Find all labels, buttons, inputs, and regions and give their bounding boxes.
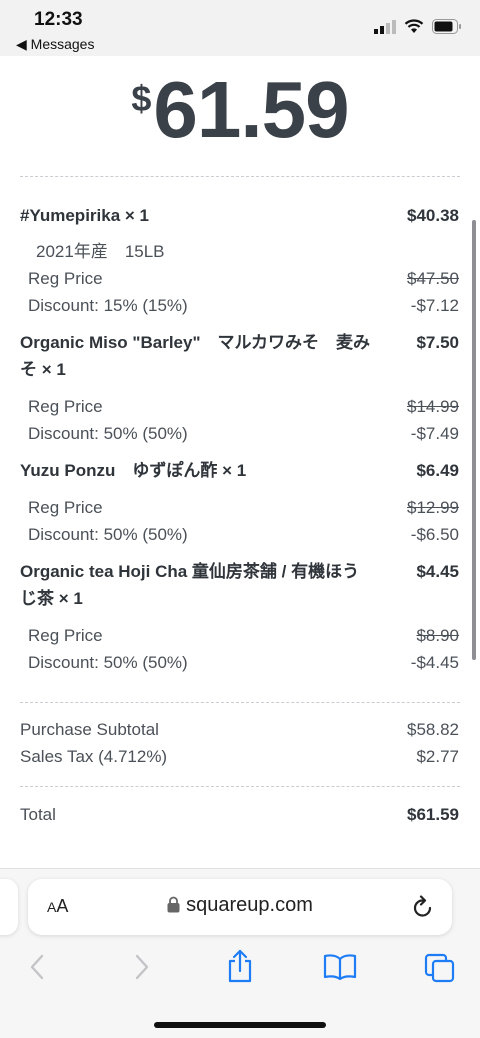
- receipt-total-amount: $61.59: [0, 64, 480, 156]
- currency-symbol: $: [131, 78, 152, 119]
- item-price: $4.45: [416, 562, 459, 581]
- discount-value: -$6.50: [410, 525, 459, 544]
- url-text: squareup.com: [186, 894, 313, 916]
- item-name: Organic tea Hoji Cha 童仙房茶舗 / 有機ほう: [20, 562, 360, 581]
- item-name-continued: じ茶 × 1: [20, 589, 83, 608]
- reg-price-label: Reg Price: [28, 269, 103, 288]
- tabs-icon[interactable]: [424, 953, 456, 983]
- item-price: $40.38: [407, 206, 459, 225]
- reg-price-label: Reg Price: [28, 626, 103, 645]
- back-to-messages-link[interactable]: ◀ Messages: [16, 36, 94, 53]
- subtotal-label: Purchase Subtotal: [20, 720, 159, 739]
- item-price: $6.49: [416, 461, 459, 480]
- back-icon[interactable]: [28, 953, 48, 981]
- forward-icon[interactable]: [131, 953, 151, 981]
- reload-icon[interactable]: [412, 895, 434, 919]
- reg-price-value: $12.99: [407, 498, 459, 517]
- lock-icon: [167, 896, 180, 913]
- item-note: 2021年産 15LB: [36, 242, 165, 261]
- share-icon[interactable]: [226, 949, 254, 983]
- status-bar: 12:33 ◀ Messages: [0, 0, 480, 56]
- previous-tab-preview[interactable]: [0, 879, 18, 935]
- tax-value: $2.77: [416, 747, 459, 766]
- discount-label: Discount: 50% (50%): [28, 424, 188, 443]
- url-display[interactable]: squareup.com: [28, 894, 452, 917]
- reg-price-label: Reg Price: [28, 498, 103, 517]
- battery-icon: [432, 19, 461, 34]
- bottom-toolbar: [0, 949, 480, 993]
- item-name: Organic Miso "Barley" マルカワみそ 麦み: [20, 333, 370, 352]
- subtotal-value: $58.82: [407, 720, 459, 739]
- discount-value: -$7.12: [410, 296, 459, 315]
- tax-label: Sales Tax (4.712%): [20, 747, 168, 766]
- discount-value: -$4.45: [410, 653, 459, 672]
- divider: [20, 702, 460, 703]
- wifi-icon: [404, 19, 424, 33]
- discount-label: Discount: 50% (50%): [28, 653, 188, 672]
- bookmarks-icon[interactable]: [323, 953, 357, 981]
- reg-price-value: $8.90: [416, 626, 459, 645]
- item-name: Yuzu Ponzu ゆずぽん酢 × 1: [20, 461, 247, 480]
- discount-label: Discount: 50% (50%): [28, 525, 188, 544]
- reg-price-value: $14.99: [407, 397, 459, 416]
- browser-toolbar: AA squareup.com: [0, 868, 480, 1038]
- reg-price-value: $47.50: [407, 269, 459, 288]
- discount-label: Discount: 15% (15%): [28, 296, 188, 315]
- reg-price-label: Reg Price: [28, 397, 103, 416]
- signal-icon: [374, 19, 396, 34]
- receipt: $61.59 #Yumepirika × 1 $40.38 2021年産 15L…: [0, 56, 480, 868]
- divider: [20, 786, 460, 787]
- divider: [20, 176, 460, 177]
- status-time: 12:33: [34, 9, 83, 30]
- home-indicator: [154, 1022, 326, 1028]
- scrollbar[interactable]: [472, 220, 476, 660]
- amount-value: 61.59: [153, 65, 349, 154]
- discount-value: -$7.49: [410, 424, 459, 443]
- total-value: $61.59: [407, 805, 459, 824]
- item-name-continued: そ × 1: [20, 360, 66, 379]
- total-label: Total: [20, 805, 56, 824]
- status-icons: [374, 19, 462, 34]
- address-bar[interactable]: AA squareup.com: [28, 879, 452, 935]
- item-price: $7.50: [416, 333, 459, 352]
- item-name: #Yumepirika × 1: [20, 206, 149, 225]
